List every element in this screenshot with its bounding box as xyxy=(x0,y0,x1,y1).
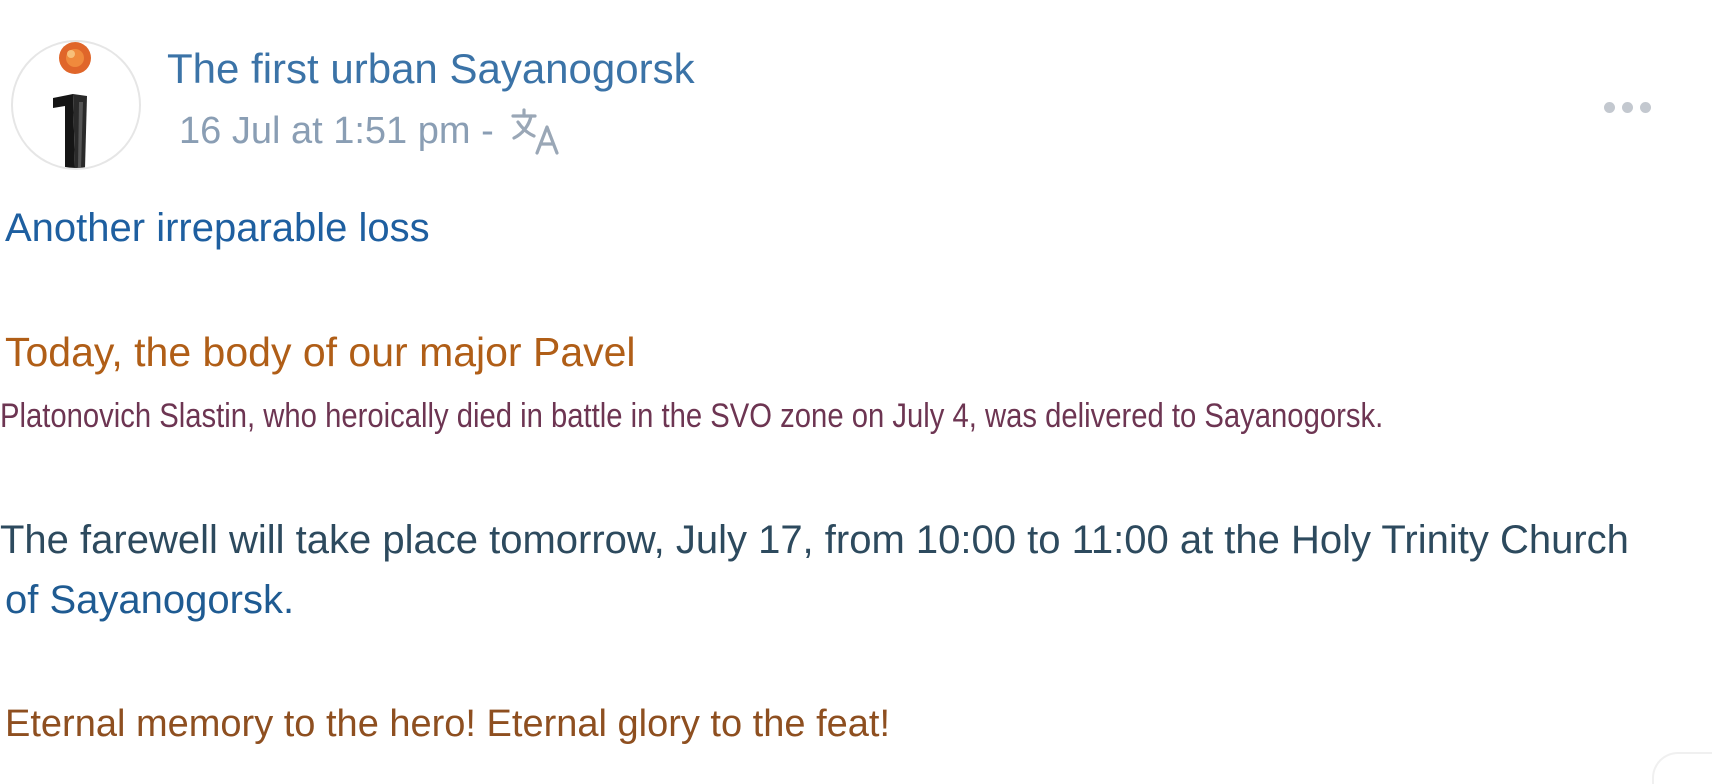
post-text-line-4: The farewell will take place tomorrow, J… xyxy=(0,518,1629,562)
post-text-line-2: Today, the body of our major Pavel xyxy=(5,329,636,375)
author-avatar[interactable] xyxy=(11,40,141,170)
dot xyxy=(1622,101,1633,113)
more-options-icon[interactable] xyxy=(1604,96,1664,118)
panel-corner xyxy=(1652,752,1712,784)
post-text-line-6: Eternal memory to the hero! Eternal glor… xyxy=(5,703,891,745)
dot xyxy=(1640,101,1651,113)
post-text-line-1: Another irreparable loss xyxy=(5,206,430,250)
wall-post: The first urban Sayanogorsk 16 Jul at 1:… xyxy=(0,0,1712,784)
post-meta: 16 Jul at 1:51 pm - xyxy=(179,106,562,156)
post-timestamp[interactable]: 16 Jul at 1:51 pm - xyxy=(179,110,494,153)
author-name-link[interactable]: The first urban Sayanogorsk xyxy=(167,45,695,93)
translate-icon[interactable] xyxy=(510,106,562,156)
dot xyxy=(1604,101,1615,113)
candle-logo-icon xyxy=(53,42,91,168)
post-text-line-5: of Sayanogorsk. xyxy=(5,578,295,622)
post-text-line-3: Platonovich Slastin, who heroically died… xyxy=(0,397,1384,435)
